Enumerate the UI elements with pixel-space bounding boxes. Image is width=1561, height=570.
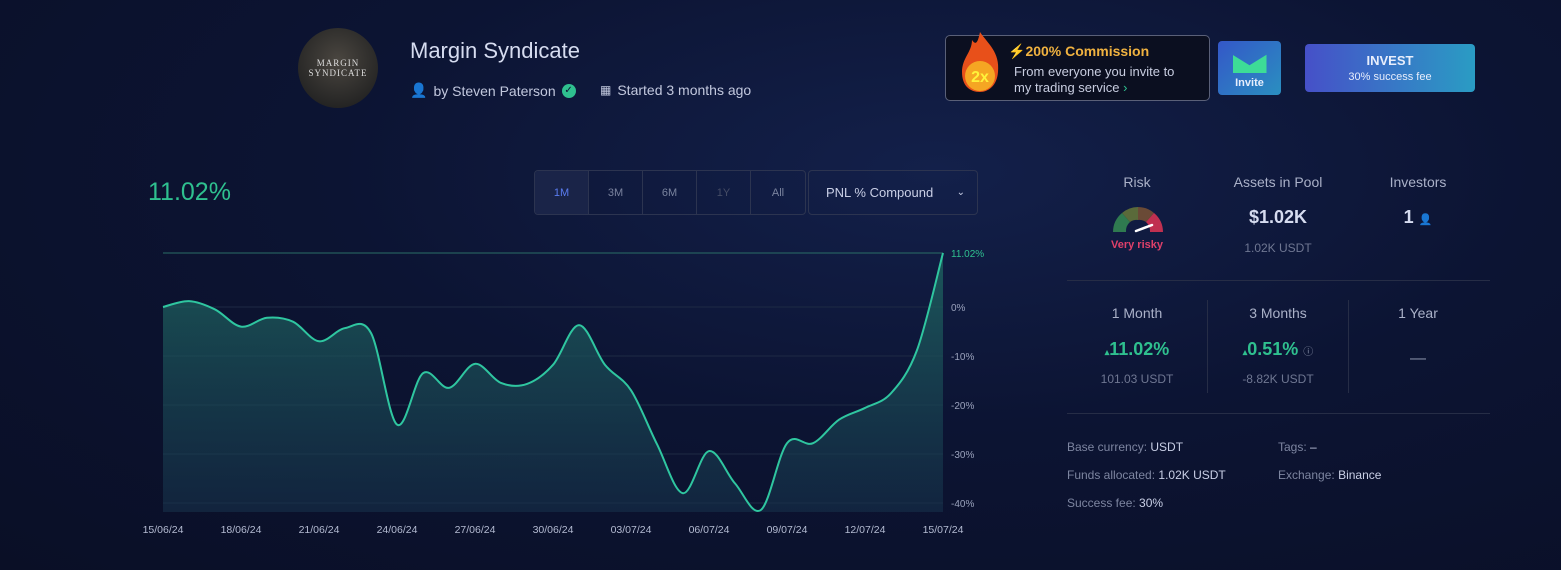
tab-3m[interactable]: 3M: [589, 171, 643, 214]
tab-1y[interactable]: 1Y: [697, 171, 751, 214]
chevron-down-icon: ⌄: [956, 187, 965, 198]
x-tick-label: 30/06/24: [533, 524, 574, 536]
assets-sub: 1.02K USDT: [1244, 241, 1312, 255]
user-icon: 👤: [410, 82, 428, 98]
y-tick-label: -10%: [951, 352, 974, 363]
risk-gauge-icon: [1113, 207, 1163, 233]
pnl-area: [163, 253, 943, 512]
x-tick-label: 09/07/24: [767, 524, 808, 536]
period-value: ▴0.51% ⓘ: [1242, 339, 1314, 359]
x-tick-label: 12/07/24: [845, 524, 886, 536]
tab-1m[interactable]: 1M: [535, 171, 589, 214]
tab-6m[interactable]: 6M: [643, 171, 697, 214]
period-sub: -8.82K USDT: [1242, 372, 1314, 386]
chevron-right-icon: ›: [1123, 80, 1128, 95]
x-tick-label: 27/06/24: [455, 524, 496, 536]
base-currency: Base currency: USDT: [1067, 440, 1184, 454]
y-tick-label: 11.02%: [951, 249, 984, 260]
period-label: 1 Year: [1398, 305, 1438, 321]
period-sub: 101.03 USDT: [1100, 372, 1174, 386]
tags: Tags: –: [1278, 440, 1317, 454]
assets-label: Assets in Pool: [1233, 174, 1323, 190]
invest-button[interactable]: INVEST 30% success fee: [1305, 44, 1475, 92]
risk-value: Very risky: [1111, 239, 1163, 251]
pnl-chart: 11.02% 0% -10% -20% -30% -40% 15/06/24 18/06/24…: [143, 249, 985, 536]
period-label: 3 Months: [1249, 305, 1307, 321]
lightning-icon: ⚡: [1008, 43, 1026, 59]
tab-all[interactable]: All: [751, 171, 805, 214]
x-tick-label: 18/06/24: [221, 524, 262, 536]
page-title: Margin Syndicate: [410, 38, 580, 63]
verified-icon: ✓: [561, 83, 576, 98]
avatar: MARGIN SYNDICATE: [298, 28, 378, 108]
period-value: —: [1410, 350, 1426, 367]
author[interactable]: 👤 by Steven Paterson ✓: [410, 82, 576, 99]
risk-label: Risk: [1123, 174, 1151, 190]
x-tick-label: 06/07/24: [689, 524, 730, 536]
divider: [1067, 280, 1490, 281]
calendar-icon: ▦: [600, 83, 612, 97]
x-tick-label: 15/06/24: [143, 524, 184, 536]
fire-icon: 2x: [962, 32, 999, 92]
y-tick-label: 0%: [951, 303, 966, 314]
divider: [1067, 413, 1490, 414]
y-tick-label: -30%: [951, 450, 974, 461]
y-tick-label: -40%: [951, 499, 974, 510]
y-tick-label: -20%: [951, 401, 974, 412]
success-fee: Success fee: 30%: [1067, 496, 1164, 510]
investors-label: Investors: [1389, 174, 1447, 190]
period-value: ▴11.02%: [1104, 339, 1170, 359]
started: ▦ Started 3 months ago: [600, 82, 752, 98]
investors-value: 1 👤: [1403, 207, 1433, 227]
envelope-icon: [1232, 54, 1267, 73]
user-icon: 👤: [1418, 214, 1433, 226]
info-icon[interactable]: ⓘ: [1303, 347, 1313, 358]
invite-button[interactable]: Invite: [1218, 41, 1281, 95]
pnl-value: 11.02%: [148, 178, 231, 206]
exchange: Exchange: Binance: [1278, 468, 1382, 482]
x-tick-label: 24/06/24: [377, 524, 418, 536]
funds-allocated: Funds allocated: 1.02K USDT: [1067, 468, 1226, 482]
x-tick-label: 15/07/24: [923, 524, 964, 536]
range-tabs: 1M 3M 6M 1Y All: [534, 170, 806, 215]
metric-select[interactable]: PNL % Compound ⌄: [808, 170, 978, 215]
assets-value: $1.02K: [1248, 207, 1308, 227]
x-tick-label: 21/06/24: [299, 524, 340, 536]
period-label: 1 Month: [1111, 305, 1163, 321]
2x-badge: 2x: [971, 69, 989, 86]
x-tick-label: 03/07/24: [611, 524, 652, 536]
